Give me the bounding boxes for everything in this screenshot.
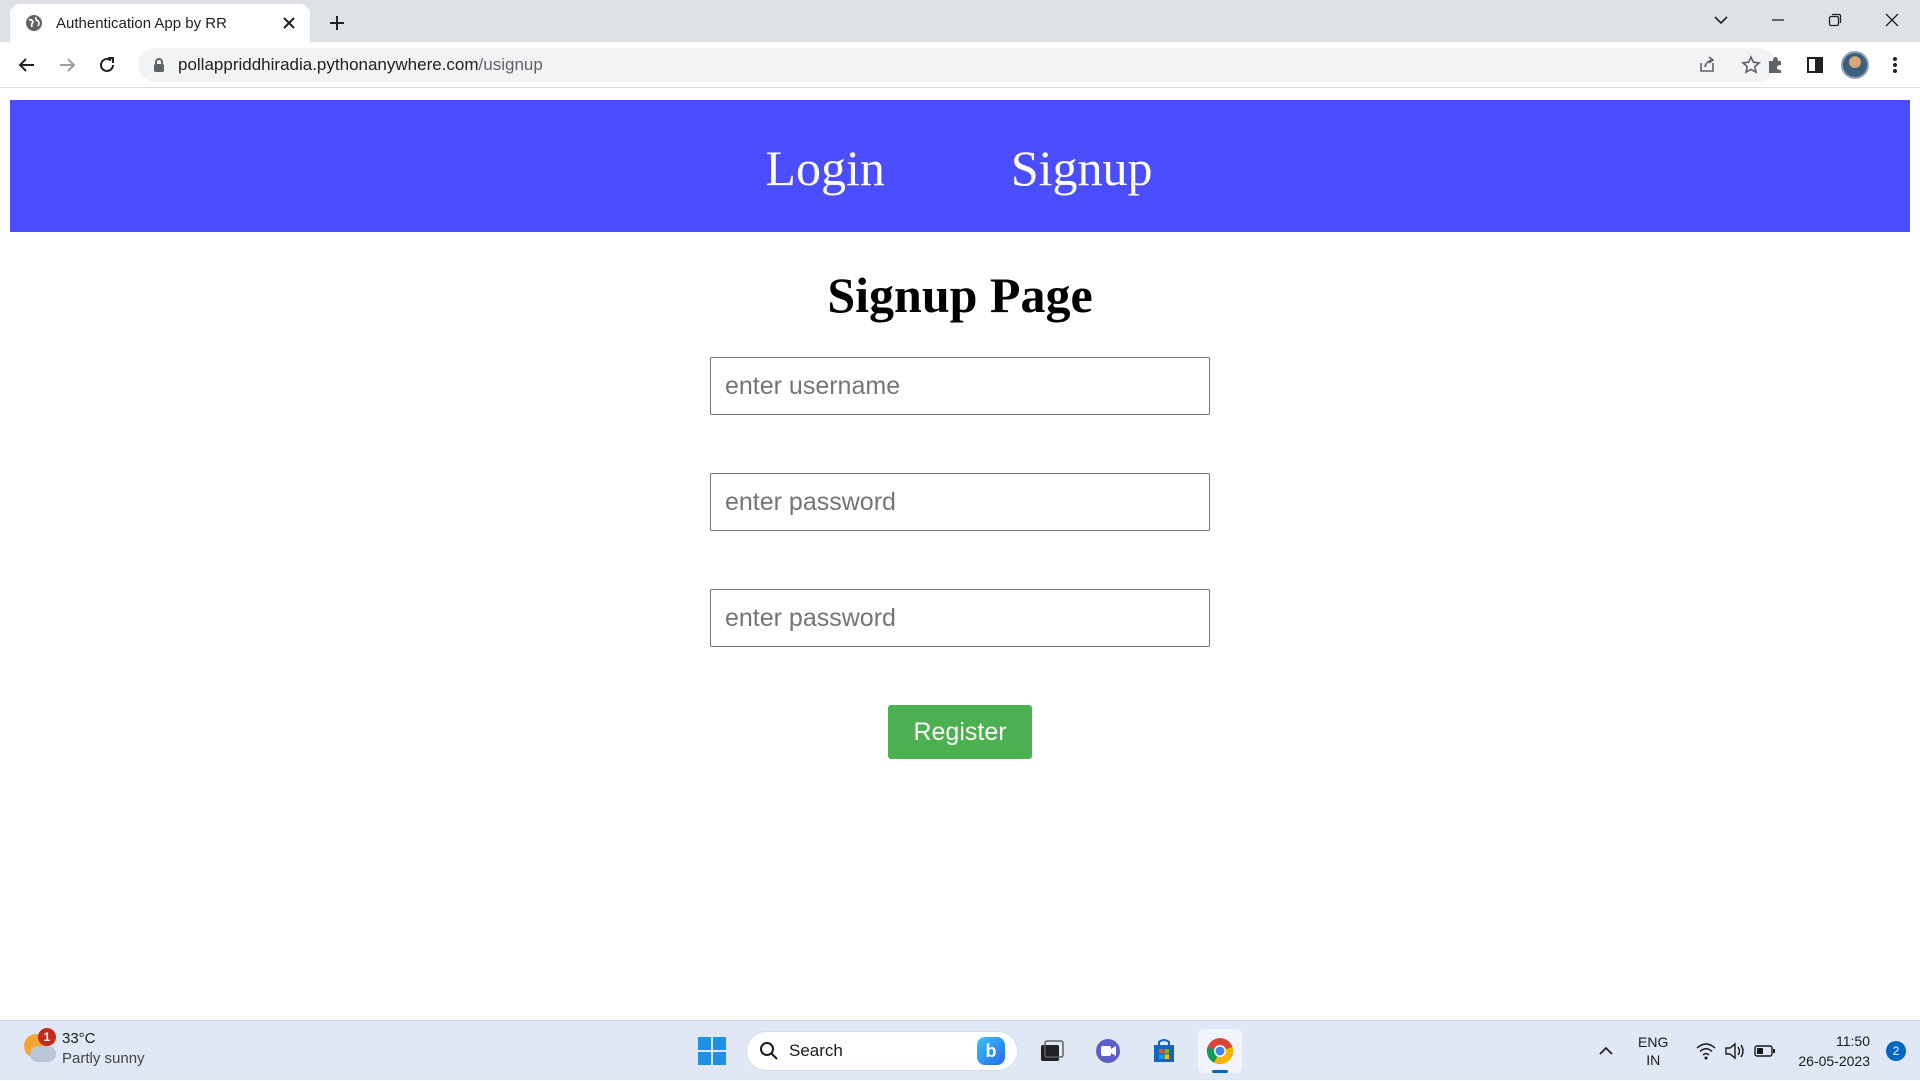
forward-button[interactable] <box>52 50 82 80</box>
omnibox-actions <box>1692 48 1766 82</box>
minimize-button[interactable] <box>1749 0 1806 40</box>
toolbar-actions <box>1760 50 1910 80</box>
reload-button[interactable] <box>92 50 122 80</box>
arrow-left-icon <box>18 58 34 72</box>
partly-sunny-icon: 1 <box>22 1028 56 1066</box>
browser-toolbar: pollappriddhiradia.pythonanywhere.com/us… <box>0 42 1920 88</box>
chevron-down-icon <box>1713 16 1728 25</box>
restore-button[interactable] <box>1806 0 1863 40</box>
chrome-icon[interactable] <box>1198 1029 1242 1073</box>
microsoft-store-icon[interactable] <box>1142 1029 1186 1073</box>
nav-signup-link[interactable]: Signup <box>1011 139 1153 197</box>
extensions-icon[interactable] <box>1760 50 1790 80</box>
close-tab-icon[interactable] <box>278 12 300 34</box>
url-text: pollappriddhiradia.pythonanywhere.com/us… <box>178 55 543 74</box>
weather-temperature: 33°C <box>62 1030 96 1047</box>
plus-icon <box>330 16 344 30</box>
search-label: Search <box>789 1041 843 1060</box>
browser-tab[interactable]: Authentication App by RR <box>10 4 310 42</box>
confirm-password-input[interactable] <box>710 589 1210 647</box>
username-input[interactable] <box>710 357 1210 415</box>
new-tab-button[interactable] <box>322 8 352 38</box>
chevron-up-icon[interactable] <box>1586 1046 1626 1056</box>
nav-login-link[interactable]: Login <box>765 139 884 197</box>
weather-description: Partly sunny <box>62 1050 145 1067</box>
bing-icon[interactable]: b <box>977 1037 1005 1065</box>
profile-avatar[interactable] <box>1840 50 1870 80</box>
arrow-right-icon <box>60 58 76 72</box>
page-title: Signup Page <box>827 267 1093 323</box>
tab-title: Authentication App by RR <box>56 14 227 32</box>
system-clock[interactable]: 11:50 26-05-2023 <box>1798 1031 1870 1071</box>
back-button[interactable] <box>12 50 42 80</box>
globe-icon <box>24 13 44 33</box>
system-tray: ENG IN 11:50 26-05-2023 2 <box>1586 1021 1920 1081</box>
web-page: Login Signup Signup Page Register <box>0 89 1920 1020</box>
site-navbar: Login Signup <box>10 100 1910 232</box>
tab-strip: Authentication App by RR <box>0 0 1920 42</box>
taskbar-apps: Search b <box>690 1029 1242 1073</box>
quick-settings[interactable] <box>1696 1042 1776 1060</box>
start-button[interactable] <box>690 1029 734 1073</box>
search-icon <box>760 1042 778 1060</box>
side-panel-icon[interactable] <box>1800 50 1830 80</box>
weather-widget[interactable]: 1 33°C Partly sunny <box>22 1028 145 1069</box>
menu-kebab-icon[interactable] <box>1880 50 1910 80</box>
register-button[interactable]: Register <box>888 705 1032 759</box>
clock-time: 11:50 <box>1836 1033 1870 1049</box>
windows-logo-icon <box>698 1037 726 1065</box>
teams-chat-icon[interactable] <box>1086 1029 1130 1073</box>
volume-icon <box>1725 1042 1745 1060</box>
clock-date: 26-05-2023 <box>1798 1053 1870 1069</box>
notification-badge[interactable]: 2 <box>1886 1041 1906 1061</box>
taskbar: 1 33°C Partly sunny Search b ENG IN 11:5… <box>0 1020 1920 1080</box>
task-view-icon[interactable] <box>1030 1029 1074 1073</box>
password-input[interactable] <box>710 473 1210 531</box>
share-icon[interactable] <box>1692 50 1722 80</box>
close-icon <box>1885 13 1898 27</box>
wifi-icon <box>1696 1043 1716 1060</box>
address-bar[interactable]: pollappriddhiradia.pythonanywhere.com/us… <box>138 48 1776 82</box>
active-indicator <box>1212 1070 1228 1073</box>
close-window-button[interactable] <box>1863 0 1920 40</box>
battery-icon <box>1754 1045 1776 1057</box>
minimize-icon <box>1771 19 1784 21</box>
window-controls <box>1692 0 1920 40</box>
reload-icon <box>100 57 114 72</box>
language-indicator[interactable]: ENG IN <box>1638 1033 1668 1069</box>
lock-icon <box>154 58 164 72</box>
weather-badge: 1 <box>38 1028 56 1046</box>
taskbar-search[interactable]: Search b <box>746 1031 1018 1071</box>
tab-search-button[interactable] <box>1692 0 1749 40</box>
restore-icon <box>1828 13 1841 27</box>
